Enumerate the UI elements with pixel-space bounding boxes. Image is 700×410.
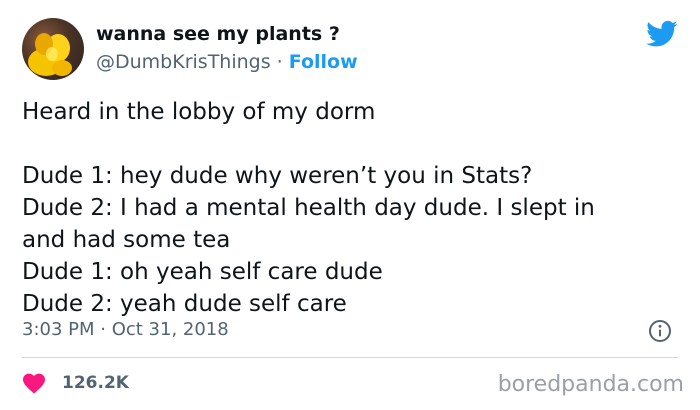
tweet-card: wanna see my plants ? @DumbKrisThings · … [0, 0, 700, 410]
source-watermark: boredpanda.com [497, 372, 684, 397]
heart-icon[interactable] [22, 372, 46, 394]
tweet-header: wanna see my plants ? @DumbKrisThings · … [96, 22, 358, 74]
meta-separator: · [94, 319, 112, 340]
handle-separator: · [270, 51, 289, 73]
twitter-bird-icon[interactable] [646, 20, 678, 48]
user-handle[interactable]: @DumbKrisThings [96, 51, 271, 73]
display-name[interactable]: wanna see my plants ? [96, 22, 358, 46]
tweet-time: 3:03 PM [22, 319, 95, 340]
tweet-line: Heard in the lobby of my dorm [22, 99, 376, 125]
like-action[interactable]: 126.2K [22, 368, 129, 398]
tweet-timestamp[interactable]: 3:03 PM · Oct 31, 2018 [22, 318, 229, 342]
avatar-image [28, 33, 72, 76]
tweet-date: Oct 31, 2018 [111, 319, 229, 340]
follow-button[interactable]: Follow [289, 51, 358, 73]
handle-row: @DumbKrisThings · Follow [96, 50, 358, 74]
tweet-text: Heard in the lobby of my dorm Dude 1: he… [22, 96, 682, 320]
tweet-line: Dude 1: hey dude why weren’t you in Stat… [22, 163, 533, 189]
tweet-line: and had some tea [22, 227, 231, 253]
tweet-line: Dude 1: oh yeah self care dude [22, 259, 383, 285]
divider [22, 357, 678, 358]
info-icon[interactable] [648, 319, 672, 343]
like-count: 126.2K [62, 373, 129, 393]
tweet-line: Dude 2: I had a mental health day dude. … [22, 195, 595, 221]
tweet-line: Dude 2: yeah dude self care [22, 291, 347, 317]
avatar[interactable] [22, 18, 84, 80]
